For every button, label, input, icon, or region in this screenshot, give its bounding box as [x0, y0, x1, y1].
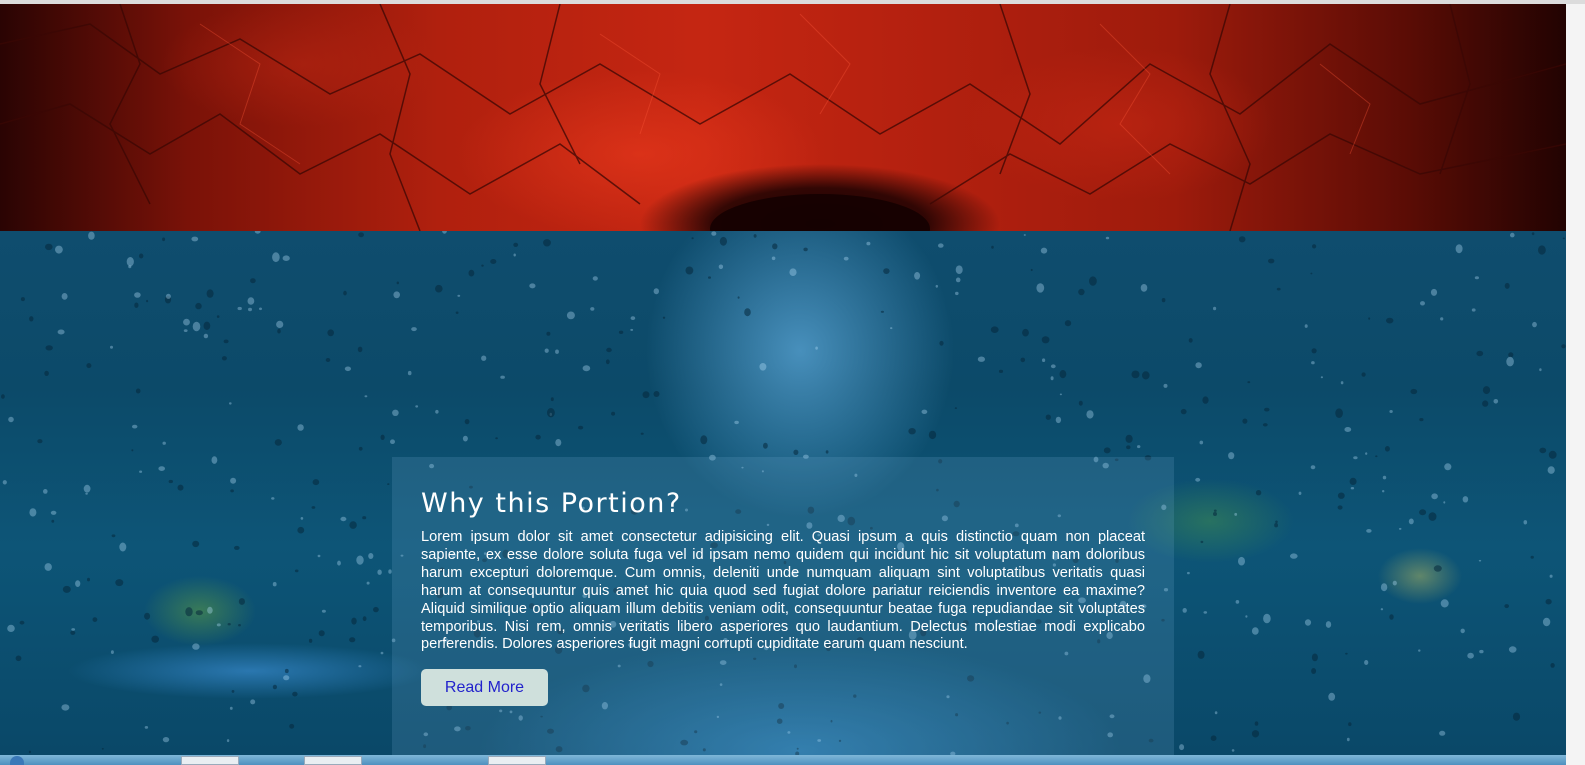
- os-taskbar: [0, 755, 1566, 765]
- page-scrollbar[interactable]: [1566, 4, 1585, 765]
- taskbar-button[interactable]: [488, 756, 546, 765]
- section-title: Why this Portion?: [421, 488, 682, 519]
- content-panel: Why this Portion? Lorem ipsum dolor sit …: [392, 457, 1174, 755]
- taskbar-button[interactable]: [181, 756, 239, 765]
- rain-window-section: Why this Portion? Lorem ipsum dolor sit …: [0, 231, 1566, 755]
- start-button-icon[interactable]: [10, 756, 24, 765]
- hero-banner-image: [0, 4, 1566, 231]
- rock-texture: [0, 4, 1566, 231]
- read-more-button[interactable]: Read More: [421, 669, 548, 707]
- section-body-text: Lorem ipsum dolor sit amet consectetur a…: [421, 529, 1145, 653]
- taskbar-button[interactable]: [304, 756, 362, 765]
